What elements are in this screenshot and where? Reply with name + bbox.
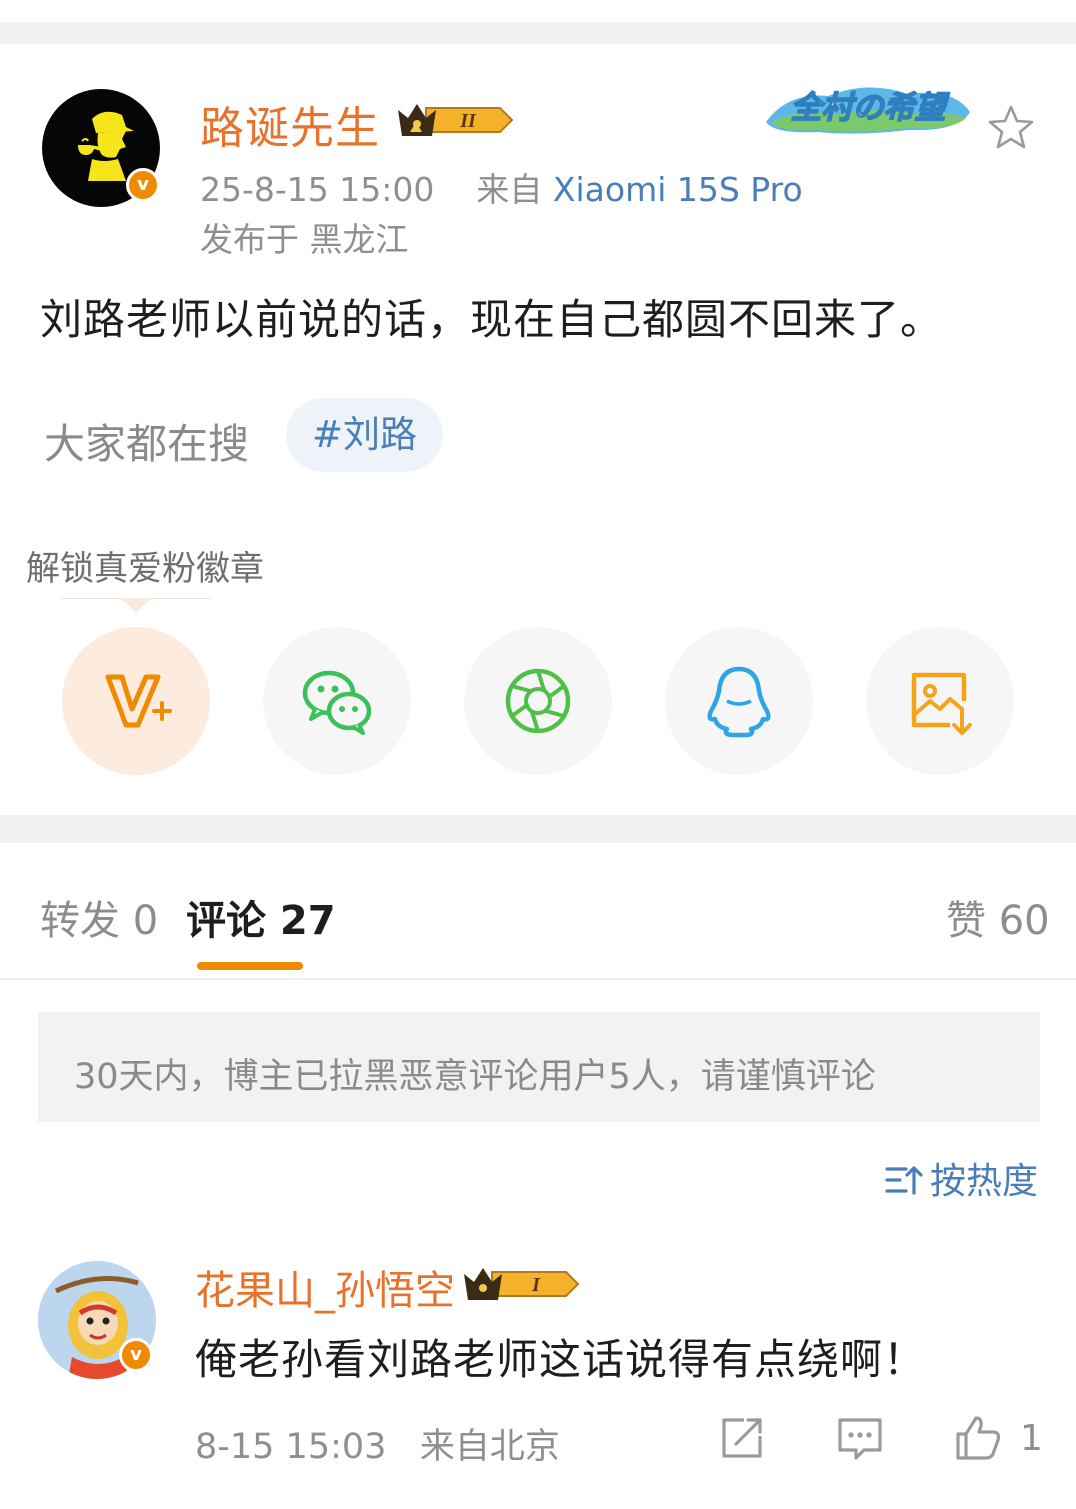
like-thumb-icon[interactable]: [954, 1414, 1002, 1462]
section-divider-middle: [0, 815, 1076, 843]
post-date: 25-8-15 15:00: [200, 170, 435, 209]
top-spacer: [0, 0, 1076, 22]
reply-comment-icon[interactable]: [836, 1414, 884, 1462]
tab-comments[interactable]: 评论 27: [186, 888, 336, 946]
qq-penguin-icon: [707, 666, 771, 738]
comment-notice-text: 30天内，博主已拉黑恶意评论用户5人，请谨慎评论: [74, 1057, 876, 1097]
section-divider-top: [0, 22, 1076, 44]
fan-badge-button[interactable]: [62, 627, 210, 775]
comment-source: 来自北京: [419, 1427, 560, 1467]
comment-date: 8-15 15:03: [195, 1427, 387, 1467]
favorite-star-icon[interactable]: [986, 103, 1036, 153]
comment-notice-box: 30天内，博主已拉黑恶意评论用户5人，请谨慎评论: [38, 1012, 1040, 1122]
tab-repost[interactable]: 转发 0: [40, 888, 158, 946]
repost-comment-icon[interactable]: [718, 1414, 766, 1462]
member-crown-badge-icon[interactable]: II: [396, 96, 516, 140]
post-body-text: 刘路老师以前说的话，现在自己都圆不回来了。: [40, 295, 944, 344]
post-location: 发布于 黑龙江: [200, 220, 409, 259]
bottom-fade: [0, 1480, 1076, 1509]
sort-by-hot-button[interactable]: 按热度: [884, 1152, 1038, 1204]
source-prefix: 来自: [476, 170, 543, 209]
commenter-name[interactable]: 花果山_孙悟空: [195, 1258, 455, 1316]
commenter-crown-badge-icon[interactable]: I: [462, 1260, 582, 1304]
topic-chip[interactable]: #刘路: [286, 398, 444, 472]
image-download-icon: [911, 672, 972, 735]
tip-pointer-icon: [120, 598, 152, 612]
commenter-verified-badge-icon: v: [119, 1338, 153, 1372]
verified-badge-icon: v: [126, 168, 160, 202]
v-plus-icon: [105, 674, 172, 728]
share-qq-button[interactable]: [665, 627, 813, 775]
member-level-label: II: [459, 110, 477, 132]
share-moments-button[interactable]: [464, 627, 612, 775]
tab-likes[interactable]: 赞 60: [946, 888, 1050, 946]
aperture-icon: [505, 668, 571, 734]
commenter-level-label: I: [531, 1274, 541, 1296]
comment-text: 俺老孙看刘路老师这话说得有点绕啊！: [195, 1335, 927, 1384]
unlock-fan-badge-tip: 解锁真爱粉徽章: [26, 549, 264, 589]
sort-label: 按热度: [930, 1161, 1039, 1202]
tab-divider: [0, 978, 1076, 980]
post-meta: 25-8-15 15:00 来自 Xiaomi 15S Pro: [200, 163, 803, 211]
sort-icon: [885, 1166, 923, 1195]
comment-like-count: 1: [1020, 1418, 1043, 1459]
trending-search-label: 大家都在搜: [44, 420, 249, 468]
village-hope-badge-icon[interactable]: 全村の希望: [758, 78, 976, 138]
active-tab-indicator: [197, 962, 303, 970]
wechat-icon: [302, 670, 372, 735]
save-image-button[interactable]: [866, 627, 1014, 775]
comment-meta: 8-15 15:03 来自北京: [195, 1418, 560, 1469]
post-device[interactable]: Xiaomi 15S Pro: [553, 170, 803, 209]
author-name[interactable]: 路诞先生: [200, 92, 380, 156]
share-wechat-button[interactable]: [263, 627, 411, 775]
village-badge-text: 全村の希望: [791, 90, 951, 126]
